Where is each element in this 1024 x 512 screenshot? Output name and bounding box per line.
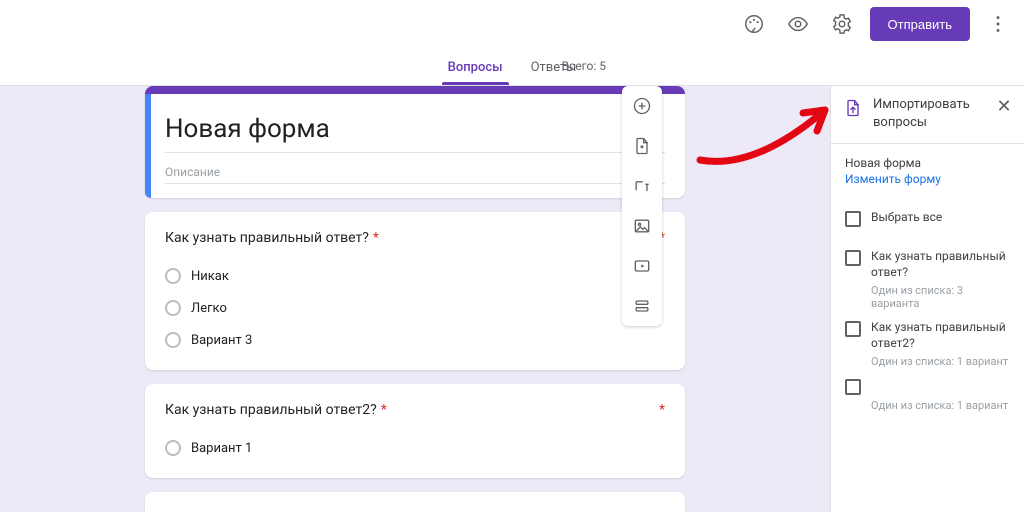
option-row[interactable]: Легко [165,292,665,324]
question-card[interactable]: Как узнать правильный ответ?* * Никак Ле… [145,212,685,370]
option-label: Вариант 1 [191,441,252,456]
select-all-checkbox[interactable] [845,211,861,227]
import-item-meta: Один из списка: 1 вариант [871,355,1010,368]
import-item-meta: Один из списка: 1 вариант [871,399,1010,412]
question-card[interactable]: Вопрос Вариант 1 [145,492,685,512]
option-label: Легко [191,301,227,316]
radio-icon [165,440,181,456]
import-item-checkbox[interactable] [845,321,861,337]
tab-bar: Вопросы Ответы Всего: 5 [0,48,1024,86]
import-panel: Импортировать вопросы ✕ Новая форма Изме… [830,86,1024,512]
form-title[interactable]: Новая форма [165,112,665,153]
palette-icon[interactable] [734,4,774,44]
change-form-link[interactable]: Изменить форму [845,172,1010,186]
close-icon[interactable]: ✕ [994,96,1014,116]
select-all-label: Выбрать все [871,210,942,226]
required-star: * [373,230,379,246]
form-description[interactable]: Описание [165,159,665,184]
question-title: Как узнать правильный ответ2? [165,402,377,418]
title-card[interactable]: Новая форма Описание [145,86,685,198]
add-title-icon[interactable] [622,166,662,206]
question-title: Как узнать правильный ответ? [165,230,369,246]
import-item-checkbox[interactable] [845,250,861,266]
import-icon [843,98,863,118]
radio-icon [165,332,181,348]
import-item-title: Как узнать правильный ответ? [871,249,1010,280]
import-item-checkbox[interactable] [845,379,861,395]
preview-icon[interactable] [778,4,818,44]
option-row[interactable]: Вариант 3 [165,324,665,356]
panel-title: Импортировать вопросы [873,96,984,131]
import-item-meta: Один из списка: 3 варианта [871,284,1010,310]
source-form-name: Новая форма [845,156,1010,170]
option-label: Никак [191,269,229,284]
required-star: * [381,402,387,418]
import-questions-icon[interactable] [622,126,662,166]
tab-questions[interactable]: Вопросы [446,60,505,85]
workspace: Новая форма Описание Как узнать правильн… [0,86,830,512]
option-label: Вариант 3 [191,333,252,348]
floating-toolbar [622,86,662,326]
radio-icon [165,300,181,316]
add-image-icon[interactable] [622,206,662,246]
add-video-icon[interactable] [622,246,662,286]
add-question-icon[interactable] [622,86,662,126]
question-card[interactable]: Как узнать правильный ответ2?* * Вариант… [145,384,685,478]
header: Отправить [0,0,1024,48]
required-indicator: * [659,402,665,418]
radio-icon [165,268,181,284]
option-row[interactable]: Вариант 1 [165,432,665,464]
add-section-icon[interactable] [622,286,662,326]
send-button[interactable]: Отправить [870,7,970,41]
more-icon[interactable] [978,4,1018,44]
total-count: Всего: 5 [561,59,606,73]
settings-icon[interactable] [822,4,862,44]
import-item-title: Как узнать правильный ответ2? [871,320,1010,351]
option-row[interactable]: Никак [165,260,665,292]
